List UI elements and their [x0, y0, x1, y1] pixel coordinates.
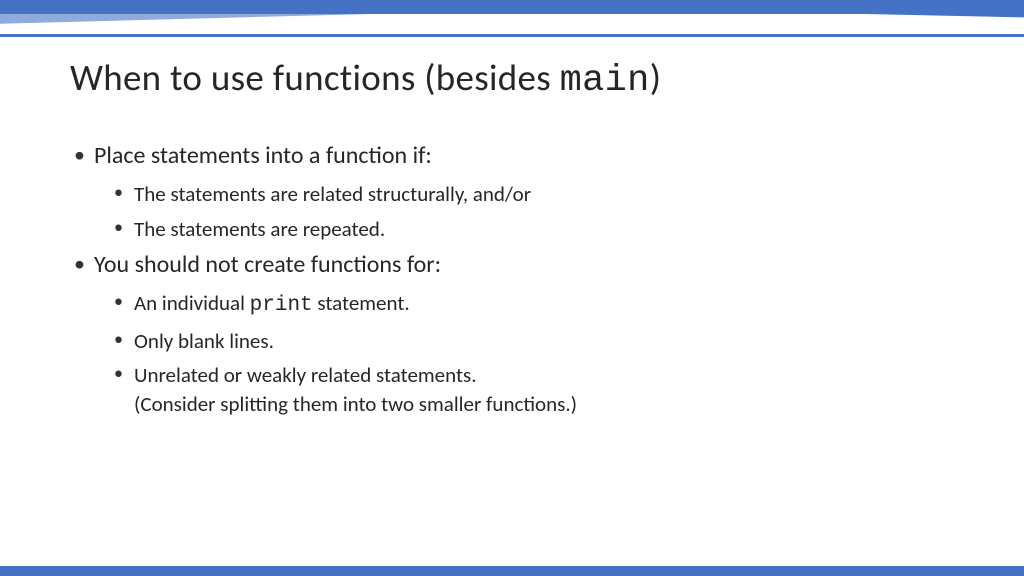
slide-content: When to use functions (besides main) Pla…: [70, 55, 954, 424]
banner-underline: [0, 34, 1024, 37]
section-1-heading: Place statements into a function if:: [94, 141, 432, 170]
banner-stripe-top: [0, 0, 1024, 14]
section-2-items: An individual print statement. Only blan…: [94, 289, 954, 417]
top-banner-decoration: [0, 0, 1024, 45]
section-2: You should not create functions for: An …: [94, 249, 954, 418]
title-suffix: ): [650, 55, 662, 100]
list-item: The statements are repeated.: [134, 215, 954, 243]
bottom-banner-bar: [0, 566, 1024, 576]
title-prefix: When to use functions (besides: [70, 55, 560, 100]
section-2-heading: You should not create functions for:: [94, 250, 441, 279]
mono-print: print: [250, 294, 313, 317]
section-1: Place statements into a function if: The…: [94, 140, 954, 243]
title-mono: main: [560, 60, 650, 102]
slide-title: When to use functions (besides main): [70, 55, 954, 102]
list-item: An individual print statement.: [134, 289, 954, 320]
list-item: Only blank lines.: [134, 327, 954, 355]
section-1-items: The statements are related structurally,…: [94, 180, 954, 243]
list-item: The statements are related structurally,…: [134, 180, 954, 208]
list-item: Unrelated or weakly related statements. …: [134, 361, 954, 418]
bullet-list: Place statements into a function if: The…: [70, 140, 954, 418]
